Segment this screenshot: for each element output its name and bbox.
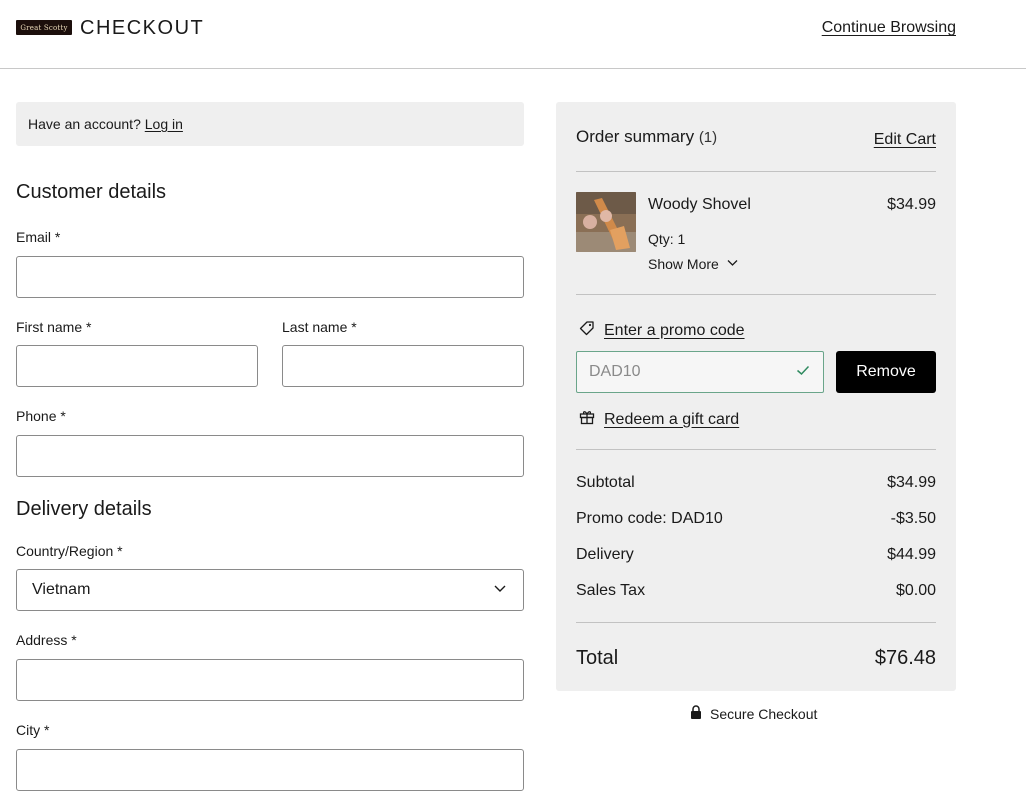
promo-code-input[interactable]: DAD10 (576, 351, 824, 393)
show-more-button[interactable]: Show More (648, 256, 739, 272)
divider (576, 449, 936, 450)
phone-field[interactable] (16, 435, 524, 477)
product-name: Woody Shovel (648, 196, 751, 213)
item-count: (1) (698, 129, 718, 146)
sales-tax-value: $0.00 (895, 582, 936, 599)
secure-checkout: Secure Checkout (690, 705, 817, 722)
total-value: $76.48 (874, 647, 936, 669)
product-qty: Qty: 1 (648, 231, 686, 247)
delivery-label: Delivery (576, 546, 634, 563)
last-name-field[interactable] (282, 345, 524, 387)
tag-icon (578, 319, 596, 342)
country-label: Country/Region * (16, 543, 123, 559)
customer-details-title: Customer details (16, 181, 167, 203)
product-thumbnail (576, 192, 636, 252)
email-label: Email * (16, 229, 61, 245)
country-select[interactable]: Vietnam (16, 569, 524, 611)
divider (576, 622, 936, 623)
product-price: $34.99 (887, 196, 936, 213)
checkmark-icon (795, 362, 811, 383)
subtotal-label: Subtotal (576, 474, 635, 491)
edit-cart-link[interactable]: Edit Cart (874, 131, 936, 149)
delivery-details-title: Delivery details (16, 498, 152, 520)
chevron-down-icon (726, 256, 739, 272)
order-summary-title: Order summary (1) (576, 127, 718, 146)
remove-promo-button[interactable]: Remove (836, 351, 936, 393)
first-name-label: First name * (16, 319, 92, 335)
promo-value: -$3.50 (890, 510, 936, 527)
divider (576, 294, 936, 295)
gift-icon (578, 408, 596, 431)
account-banner: Have an account? Log in (16, 102, 524, 146)
last-name-label: Last name * (282, 319, 357, 335)
account-prompt: Have an account? (28, 116, 141, 132)
login-link[interactable]: Log in (145, 116, 183, 132)
total-label: Total (576, 647, 619, 669)
store-logo[interactable]: Great Scotty (16, 20, 72, 35)
chevron-down-icon (492, 580, 508, 601)
city-field[interactable] (16, 749, 524, 791)
delivery-value: $44.99 (887, 546, 936, 563)
email-field[interactable] (16, 256, 524, 298)
address-field[interactable] (16, 659, 524, 701)
subtotal-value: $34.99 (887, 474, 936, 491)
divider (576, 171, 936, 172)
enter-promo-code-link[interactable]: Enter a promo code (578, 319, 745, 342)
page-title: CHECKOUT (80, 17, 205, 39)
continue-browsing-link[interactable]: Continue Browsing (822, 19, 956, 37)
header: Great Scotty CHECKOUT Continue Browsing (0, 0, 1026, 69)
first-name-field[interactable] (16, 345, 258, 387)
redeem-gift-card-link[interactable]: Redeem a gift card (578, 408, 739, 431)
promo-label: Promo code: DAD10 (576, 510, 723, 527)
promo-code-value: DAD10 (589, 363, 641, 380)
lock-icon (690, 705, 702, 722)
order-summary: Order summary (1) Edit Cart Woody Shovel… (556, 102, 956, 691)
country-selected-value: Vietnam (32, 581, 91, 598)
city-label: City * (16, 722, 50, 738)
sales-tax-label: Sales Tax (576, 582, 646, 599)
phone-label: Phone * (16, 408, 66, 424)
address-label: Address * (16, 632, 77, 648)
